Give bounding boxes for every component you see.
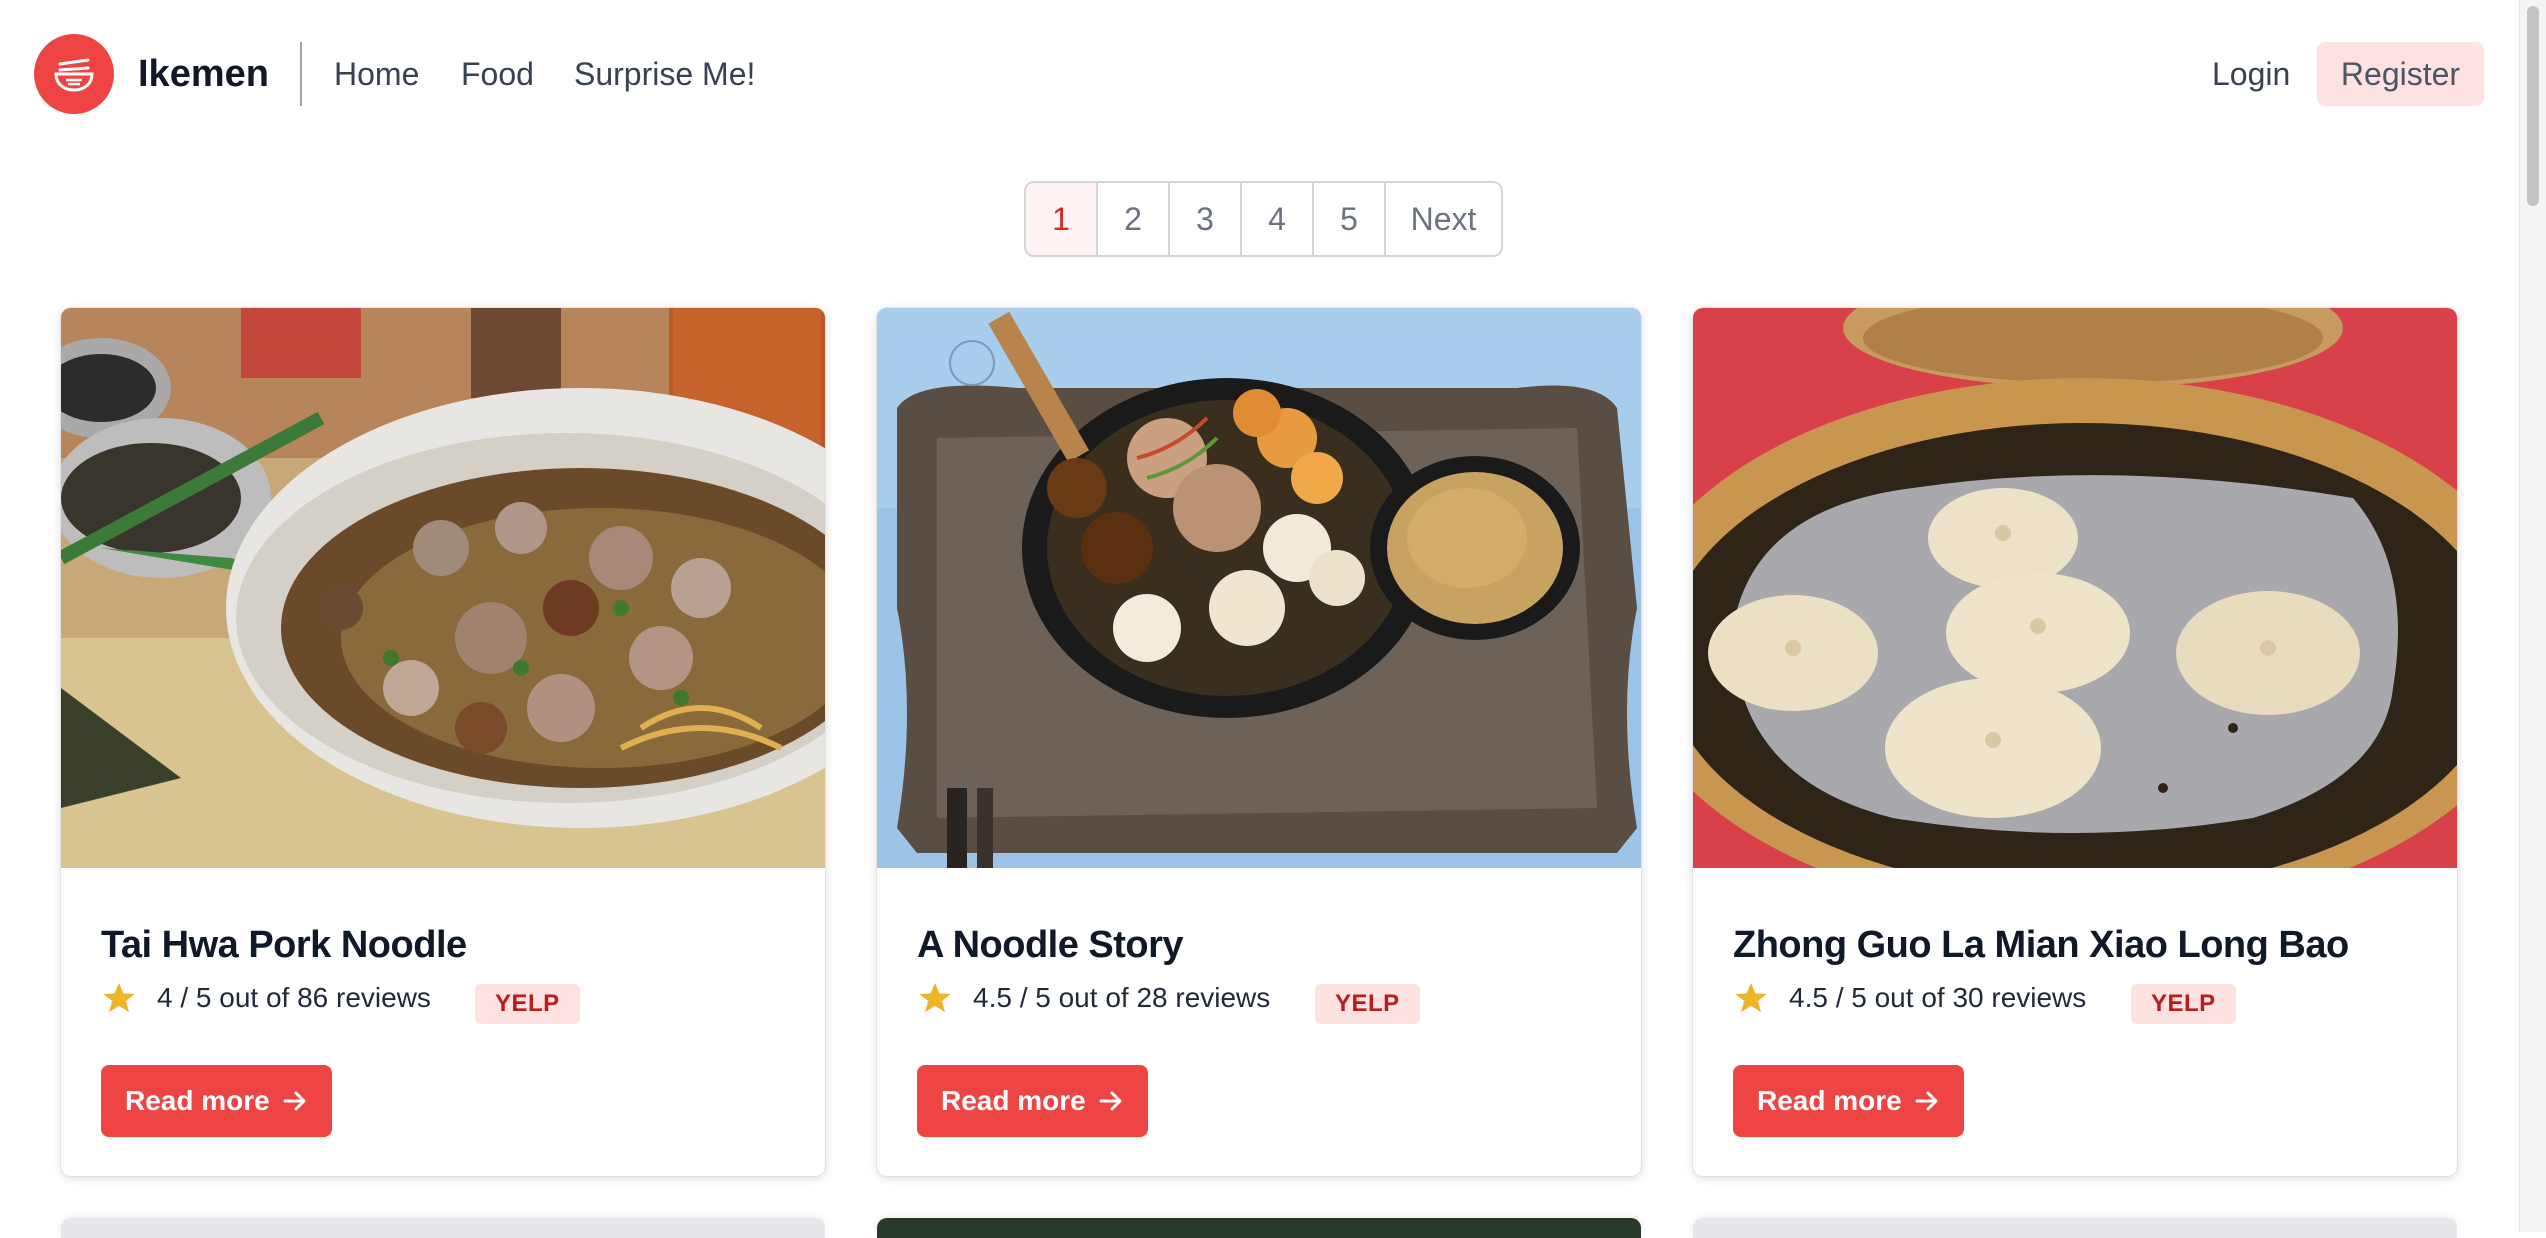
read-more-label: Read more [941, 1085, 1086, 1116]
restaurant-card: Zhong Guo La Mian Xiao Long Bao 4.5 / 5 … [1693, 308, 2457, 1176]
star-icon [919, 983, 951, 1013]
scrollbar-thumb[interactable] [2527, 6, 2539, 206]
page-3-button[interactable]: 3 [1170, 183, 1242, 255]
next-row-card [61, 1218, 825, 1238]
nav-surprise-link[interactable]: Surprise Me! [574, 50, 755, 98]
next-row-card [877, 1218, 1641, 1238]
site-header: Ikemen Home Food Surprise Me! Login Regi… [0, 0, 2520, 150]
restaurant-photo-pork-noodle [61, 308, 825, 868]
nav-food-link[interactable]: Food [461, 50, 534, 98]
restaurant-name[interactable]: A Noodle Story [917, 912, 1184, 978]
page-2-button[interactable]: 2 [1098, 183, 1170, 255]
star-icon [1735, 983, 1767, 1013]
brand-name[interactable]: Ikemen [138, 50, 269, 98]
restaurant-name[interactable]: Tai Hwa Pork Noodle [101, 912, 467, 978]
read-more-label: Read more [1757, 1085, 1902, 1116]
page-5-button[interactable]: 5 [1314, 183, 1386, 255]
rating-text: 4.5 / 5 out of 30 reviews [1789, 982, 2087, 1013]
rating-text: 4.5 / 5 out of 28 reviews [973, 982, 1271, 1013]
login-link[interactable]: Login [2212, 50, 2290, 98]
restaurant-photo-xiao-long-bao [1693, 308, 2457, 868]
yelp-badge: YELP [1315, 984, 1420, 1024]
header-divider [300, 42, 302, 106]
arrow-right-icon [1099, 1091, 1122, 1111]
pagination: 1 2 3 4 5 Next [1024, 181, 1503, 257]
restaurant-photo-noodle-story [877, 308, 1641, 868]
read-more-button[interactable]: Read more [917, 1065, 1148, 1137]
register-button[interactable]: Register [2317, 42, 2484, 106]
restaurant-name[interactable]: Zhong Guo La Mian Xiao Long Bao [1733, 912, 2349, 978]
rating-text: 4 / 5 out of 86 reviews [157, 982, 431, 1013]
next-page-button[interactable]: Next [1386, 183, 1501, 255]
page-4-button[interactable]: 4 [1242, 183, 1314, 255]
read-more-button[interactable]: Read more [1733, 1065, 1964, 1137]
restaurant-card: Tai Hwa Pork Noodle 4 / 5 out of 86 revi… [61, 308, 825, 1176]
nav-home-link[interactable]: Home [334, 50, 419, 98]
page-scrollbar[interactable] [2519, 0, 2546, 1232]
read-more-button[interactable]: Read more [101, 1065, 332, 1137]
noodle-bowl-logo-icon[interactable] [34, 34, 114, 114]
restaurant-card: A Noodle Story 4.5 / 5 out of 28 reviews… [877, 308, 1641, 1176]
read-more-label: Read more [125, 1085, 270, 1116]
yelp-badge: YELP [2131, 984, 2236, 1024]
star-icon [103, 983, 135, 1013]
next-row-card [1693, 1218, 2457, 1238]
page-1-button[interactable]: 1 [1026, 183, 1098, 255]
arrow-right-icon [283, 1091, 306, 1111]
arrow-right-icon [1915, 1091, 1938, 1111]
yelp-badge: YELP [475, 984, 580, 1024]
